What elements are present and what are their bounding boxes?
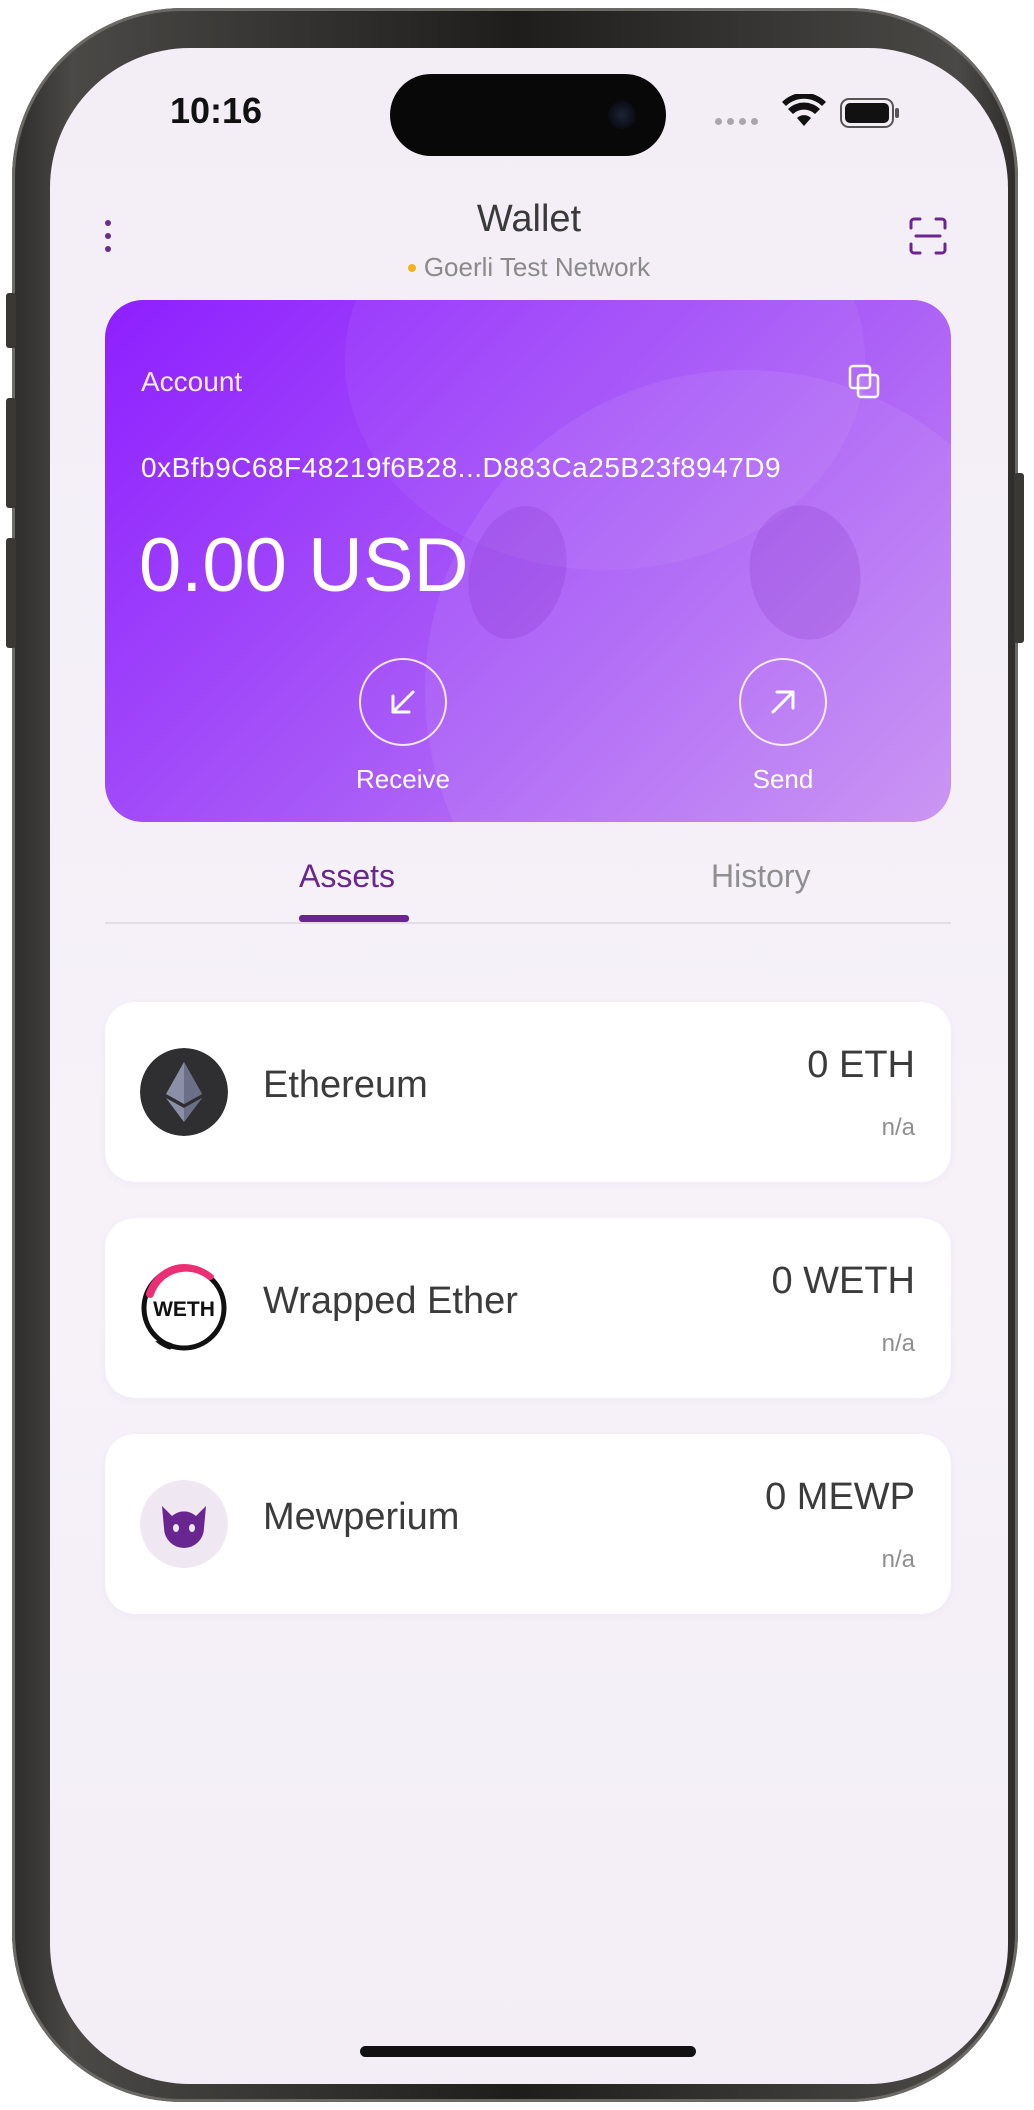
home-indicator[interactable] [360,2046,696,2057]
wifi-icon [782,94,826,126]
action-button [6,293,16,348]
tab-bar: Assets History [105,838,951,924]
tab-assets[interactable]: Assets [299,858,395,895]
scan-qr-icon[interactable] [908,216,948,256]
account-balance: 0.00 USD [139,523,469,608]
volume-down-button [6,538,16,648]
asset-fiat-value: n/a [881,1330,915,1357]
asset-name: Wrapped Ether [263,1280,518,1322]
send-label: Send [752,764,814,794]
asset-amount: 0 ETH [807,1044,915,1086]
weth-icon-text: WETH [153,1298,215,1321]
asset-amount: 0 MEWP [765,1476,915,1518]
power-button [1014,473,1024,643]
dynamic-island [390,74,666,156]
app-screen: 10:16 Wallet Goerli Test Network Account… [50,48,1008,2084]
asset-fiat-value: n/a [881,1546,915,1573]
cellular-signal-icon [715,118,758,125]
asset-name: Ethereum [263,1064,428,1106]
asset-name: Mewperium [263,1496,460,1538]
volume-up-button [6,398,16,508]
status-time: 10:16 [170,90,263,131]
copy-icon[interactable] [845,362,885,402]
asset-amount: 0 WETH [771,1260,915,1302]
network-status-dot [407,264,416,272]
asset-row-ethereum[interactable]: Ethereum 0 ETH n/a [105,1002,951,1182]
battery-icon [840,98,899,128]
send-button[interactable]: Send [703,658,863,795]
arrow-down-left-icon [391,690,415,714]
arrow-up-right-icon [771,690,795,714]
weth-icon: WETH [141,1264,227,1351]
camera-icon [608,101,636,129]
phone-frame: 10:16 Wallet Goerli Test Network Account… [6,8,1024,2102]
account-card: Account 0xBfb9C68F48219f6B28...D883Ca25B… [105,300,951,822]
mewperium-icon [140,1480,228,1568]
network-name: Goerli Test Network [423,252,651,282]
network-indicator[interactable]: Goerli Test Network [50,252,1008,283]
asset-row-mewperium[interactable]: Mewperium 0 MEWP n/a [105,1434,951,1614]
ethereum-icon [140,1048,228,1136]
page-title: Wallet [476,198,582,240]
account-address[interactable]: 0xBfb9C68F48219f6B28...D883Ca25B23f8947D… [141,452,781,484]
account-label: Account [141,366,243,397]
asset-row-wrapped-ether[interactable]: WETH Wrapped Ether 0 WETH n/a [105,1218,951,1398]
receive-label: Receive [356,764,450,794]
active-tab-indicator [299,915,409,922]
tab-history[interactable]: History [711,858,811,895]
receive-button[interactable]: Receive [323,658,483,795]
asset-fiat-value: n/a [881,1114,915,1141]
